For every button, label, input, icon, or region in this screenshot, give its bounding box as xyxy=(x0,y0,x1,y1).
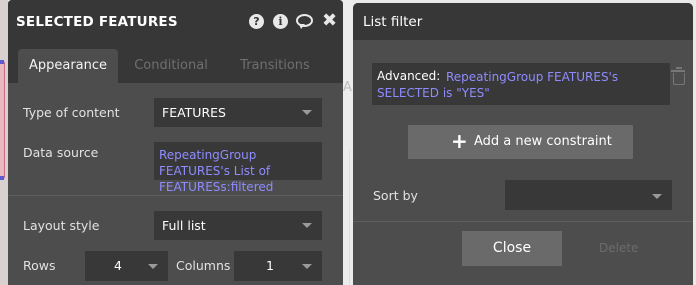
columns-label: Columns xyxy=(176,258,231,273)
type-of-content-label: Type of content xyxy=(23,105,120,120)
list-filter-header[interactable]: List filter xyxy=(353,3,693,40)
columns-dropdown[interactable]: 1 xyxy=(234,251,322,281)
rows-label: Rows xyxy=(23,258,56,273)
add-constraint-label: Add a new constraint xyxy=(474,134,612,149)
editor-canvas-gap: A xyxy=(343,0,353,285)
layout-style-label: Layout style xyxy=(23,218,100,233)
chevron-down-icon xyxy=(302,110,312,115)
footer-divider xyxy=(353,221,693,222)
delete-button[interactable]: Delete xyxy=(599,241,638,255)
property-editor-header[interactable]: SELECTED FEATURES ? i ✖ xyxy=(8,0,343,44)
constraint-row[interactable]: Advanced: RepeatingGroup FEATURES's SELE… xyxy=(372,63,670,105)
type-of-content-value: FEATURES xyxy=(162,105,226,120)
sort-by-dropdown[interactable] xyxy=(505,180,672,210)
columns-value: 1 xyxy=(266,258,274,273)
list-filter-panel: List filter Advanced: RepeatingGroup FEA… xyxy=(353,3,693,285)
plus-icon: + xyxy=(451,129,468,153)
rows-dropdown[interactable]: 4 xyxy=(85,251,168,281)
info-icon[interactable]: i xyxy=(273,14,288,29)
comment-icon[interactable] xyxy=(296,14,313,29)
constraint-expression[interactable]: RepeatingGroup FEATURES's SELECTED is "Y… xyxy=(377,69,669,101)
tab-appearance[interactable]: Appearance xyxy=(18,49,118,83)
tab-transitions[interactable]: Transitions xyxy=(230,49,320,83)
editor-canvas-edge xyxy=(0,0,8,285)
tab-conditional[interactable]: Conditional xyxy=(126,49,216,83)
data-source-expression[interactable]: RepeatingGroup FEATURES's List of FEATUR… xyxy=(154,142,322,194)
layout-style-dropdown[interactable]: Full list xyxy=(154,211,322,240)
trash-icon[interactable] xyxy=(671,67,685,85)
chevron-down-icon xyxy=(148,264,158,269)
list-filter-title: List filter xyxy=(363,14,423,30)
selected-element-edge xyxy=(0,62,5,178)
help-icon[interactable]: ? xyxy=(249,14,264,29)
chevron-down-icon xyxy=(652,194,662,199)
property-editor-panel: SELECTED FEATURES ? i ✖ Appearance Condi… xyxy=(8,0,343,285)
tab-bar: Appearance Conditional Transitions xyxy=(8,44,343,83)
selection-handle[interactable] xyxy=(0,176,4,180)
element-title: SELECTED FEATURES xyxy=(16,14,178,30)
rows-value: 4 xyxy=(114,258,122,273)
selection-handle[interactable] xyxy=(0,60,4,64)
sort-by-label: Sort by xyxy=(373,188,418,203)
data-source-value: RepeatingGroup FEATURES's List of FEATUR… xyxy=(159,148,274,194)
layout-style-value: Full list xyxy=(162,218,206,233)
close-icon[interactable]: ✖ xyxy=(322,11,337,31)
data-source-label: Data source xyxy=(23,145,99,160)
section-divider xyxy=(8,195,343,196)
add-constraint-button[interactable]: + Add a new constraint xyxy=(408,125,633,159)
type-of-content-dropdown[interactable]: FEATURES xyxy=(154,98,322,127)
chevron-down-icon xyxy=(302,264,312,269)
chevron-down-icon xyxy=(302,223,312,228)
close-button[interactable]: Close xyxy=(462,231,562,266)
